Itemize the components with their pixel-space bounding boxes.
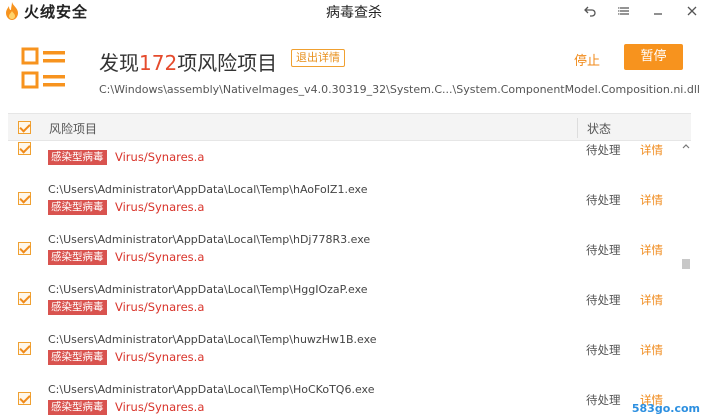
title-bar: 火绒安全 病毒查杀 [0,0,708,22]
chevron-up-icon [682,144,690,149]
status-text: 待处理 [586,243,621,257]
headline-prefix: 发现 [99,51,139,75]
window-controls [580,2,702,20]
file-path: C:\Users\Administrator\AppData\Local\Tem… [48,283,368,296]
pause-button[interactable]: 暂停 [624,44,683,70]
scroll-up-button[interactable] [681,141,691,153]
row-checkbox[interactable] [18,142,31,155]
row-checkbox[interactable] [18,342,31,355]
row-checkbox[interactable] [18,242,31,255]
scan-header: 发现172项风险项目 退出详情 C:\Windows\assembly\Nati… [0,22,708,110]
table-row: 感染型病毒 Virus/Synares.a 待处理 详情 [8,141,678,175]
threat-type-badge: 感染型病毒 [48,300,107,315]
undo-arrow-icon [584,6,596,17]
virus-name: Virus/Synares.a [115,300,205,314]
risk-list: 感染型病毒 Virus/Synares.a 待处理 详情 C:\Users\Ad… [8,141,678,419]
status-text: 待处理 [586,393,621,407]
detail-link[interactable]: 详情 [640,342,663,358]
select-all-checkbox[interactable] [18,121,31,134]
row-checkbox[interactable] [18,292,31,305]
virus-name: Virus/Synares.a [115,350,205,364]
detail-link[interactable]: 详情 [640,192,663,208]
table-row: C:\Users\Administrator\AppData\Local\Tem… [8,275,678,325]
row-checkbox[interactable] [18,192,31,205]
threat-type-badge: 感染型病毒 [48,250,107,265]
table-row: C:\Users\Administrator\AppData\Local\Tem… [8,225,678,275]
virus-name: Virus/Synares.a [115,200,205,214]
file-path: C:\Users\Administrator\AppData\Local\Tem… [48,183,368,196]
status-text: 待处理 [586,343,621,357]
virus-name: Virus/Synares.a [115,400,205,414]
watermark: 583go.com [631,402,700,415]
brand-name: 火绒安全 [24,2,89,21]
row-checkbox[interactable] [18,392,31,405]
flame-logo-icon [6,2,18,20]
minimize-button[interactable] [648,2,668,20]
virus-name: Virus/Synares.a [115,250,205,264]
detail-link[interactable]: 详情 [640,292,663,308]
status-text: 待处理 [586,143,621,157]
risk-list-icon [21,47,65,89]
close-button[interactable] [682,2,702,20]
status-text: 待处理 [586,193,621,207]
virus-name: Virus/Synares.a [115,150,205,164]
file-path: C:\Users\Administrator\AppData\Local\Tem… [48,333,377,346]
exit-detail-button[interactable]: 退出详情 [291,49,345,67]
table-row: C:\Users\Administrator\AppData\Local\Tem… [8,175,678,225]
table-row: C:\Users\Administrator\AppData\Local\Tem… [8,375,678,419]
file-path: C:\Users\Administrator\AppData\Local\Tem… [48,233,371,246]
threat-type-badge: 感染型病毒 [48,150,107,165]
minimize-icon [654,13,662,15]
column-header-status: 状态 [587,122,612,136]
table-header: 风险项目 状态 [8,113,691,141]
current-scan-path: C:\Windows\assembly\NativeImages_v4.0.30… [99,83,699,96]
close-icon [687,6,697,16]
threat-type-badge: 感染型病毒 [48,350,107,365]
menu-button[interactable] [614,2,634,20]
headline-suffix: 项风险项目 [177,51,278,75]
file-path: C:\Users\Administrator\AppData\Local\Tem… [48,383,375,396]
stop-button[interactable]: 停止 [574,50,600,69]
risk-count: 172 [139,51,178,75]
column-divider [577,118,578,138]
table-row: C:\Users\Administrator\AppData\Local\Tem… [8,325,678,375]
scan-result-headline: 发现172项风险项目 [99,47,277,76]
brand: 火绒安全 [4,1,88,21]
threat-type-badge: 感染型病毒 [48,200,107,215]
column-header-risk: 风险项目 [49,122,98,136]
menu-icon [618,7,629,15]
threat-type-badge: 感染型病毒 [48,400,107,415]
detail-link[interactable]: 详情 [640,242,663,258]
scrollbar-thumb[interactable] [682,259,690,269]
detail-link[interactable]: 详情 [640,142,663,158]
back-button[interactable] [580,2,600,20]
status-text: 待处理 [586,293,621,307]
